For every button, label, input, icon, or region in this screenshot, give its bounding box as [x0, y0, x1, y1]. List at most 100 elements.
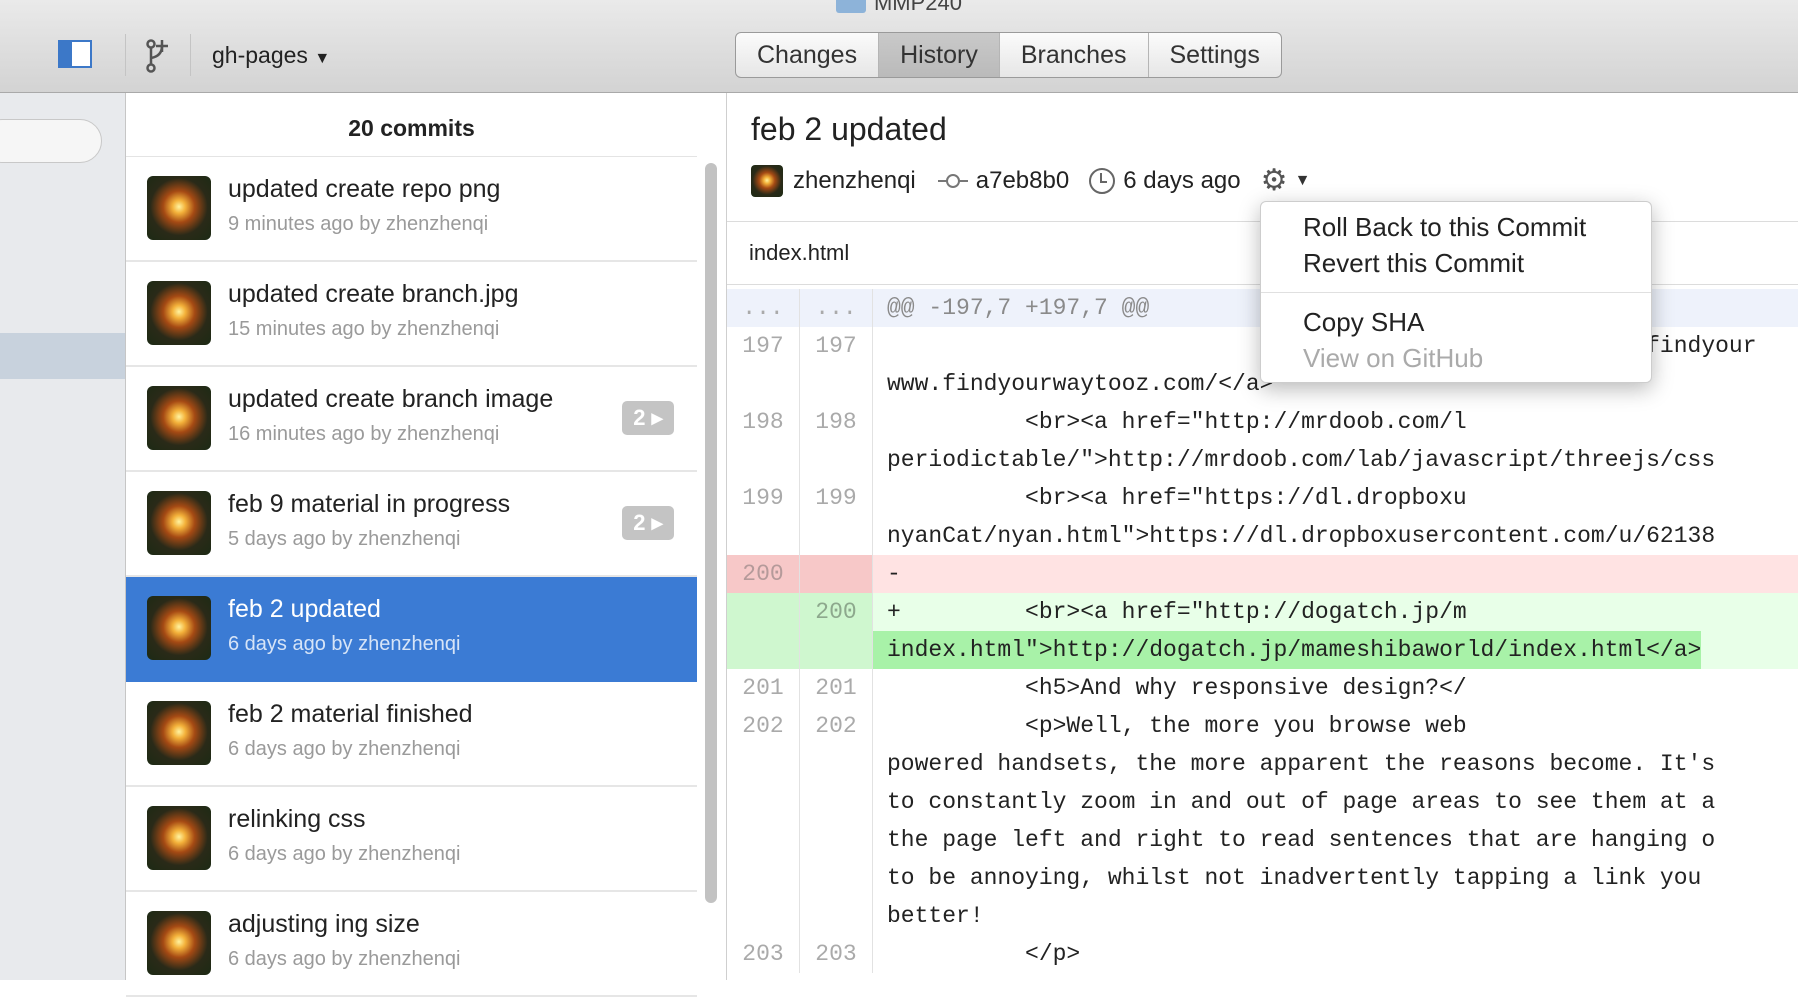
diff-line-deleted: 200 -: [727, 555, 1798, 593]
diff-line: the page left and right to read sentence…: [727, 821, 1798, 859]
avatar: [147, 806, 211, 870]
tab-branches[interactable]: Branches: [1000, 33, 1149, 77]
diff-code: <h5>And why responsive design?</: [887, 675, 1467, 701]
new-line-number: [800, 631, 873, 669]
commit-message: relinking css: [228, 805, 366, 833]
new-line-number: [800, 745, 873, 783]
new-line-number: [800, 365, 873, 403]
diff-code: index.html">http://dogatch.jp/mameshibaw…: [873, 631, 1702, 669]
gear-icon[interactable]: ⚙: [1261, 166, 1289, 196]
commit-message: feb 9 material in progress: [228, 490, 511, 518]
new-line-number: [800, 897, 873, 935]
commit-list-pane: 20 commits updated create repo png 9 min…: [126, 93, 727, 997]
new-line-number: 198: [800, 403, 873, 441]
old-line-number: 197: [727, 327, 800, 365]
diff-line: 203 203 </p>: [727, 935, 1798, 973]
tab-changes[interactable]: Changes: [736, 33, 880, 77]
menu-item-roll-back[interactable]: Roll Back to this Commit: [1303, 212, 1586, 243]
old-line-number: 200: [727, 555, 800, 593]
new-line-number: [800, 859, 873, 897]
repository-sidebar: [0, 93, 126, 980]
old-line-number: [727, 365, 800, 403]
diff-code: to constantly zoom in and out of page ar…: [887, 789, 1716, 815]
old-line-number: [727, 745, 800, 783]
commit-message: updated create branch.jpg: [228, 280, 519, 308]
clock-icon: [1089, 168, 1116, 194]
file-count-badge[interactable]: 2 ▸: [622, 401, 674, 435]
commit-row[interactable]: updated create branch.jpg 15 minutes ago…: [126, 262, 697, 367]
old-line-number: [727, 859, 800, 897]
sidebar-toggle-icon: [60, 42, 72, 66]
old-line-number: [727, 593, 800, 631]
diff-code: www.findyourwaytooz.com/</a>: [887, 371, 1274, 397]
old-line-number: [727, 517, 800, 555]
commit-meta: 6 days ago by zhenzhenqi: [228, 843, 461, 865]
diff-code: + <br><a href="http://dogatch.jp/m: [887, 599, 1467, 625]
commit-row[interactable]: feb 2 material finished 6 days ago by zh…: [126, 682, 697, 787]
diff-line: to constantly zoom in and out of page ar…: [727, 783, 1798, 821]
window-title: MMP240: [0, 0, 1798, 16]
diff-line-added: index.html">http://dogatch.jp/mameshibaw…: [727, 631, 1798, 669]
commit-row[interactable]: updated create repo png 9 minutes ago by…: [126, 157, 697, 262]
diff-line: 198 198 <br><a href="http://mrdoob.com/l: [727, 403, 1798, 441]
commit-row[interactable]: adjusting ing size 6 days ago by zhenzhe…: [126, 892, 697, 997]
diff-code: to be annoying, whilst not inadvertently…: [887, 865, 1702, 891]
old-line-number: [727, 441, 800, 479]
diff-code: powered handsets, the more apparent the …: [887, 751, 1716, 777]
commit-row[interactable]: feb 9 material in progress 5 days ago by…: [126, 472, 697, 577]
new-line-number: [800, 517, 873, 555]
commit-icon: [937, 174, 968, 188]
sidebar-toggle-button[interactable]: [58, 40, 92, 68]
commit-message: adjusting ing size: [228, 910, 420, 938]
menu-item-revert[interactable]: Revert this Commit: [1303, 248, 1524, 279]
file-count-badge[interactable]: 2 ▸: [622, 506, 674, 540]
commit-message: feb 2 material finished: [228, 700, 473, 728]
commit-row[interactable]: updated create branch image 16 minutes a…: [126, 367, 697, 472]
chevron-down-icon[interactable]: ▼: [1295, 172, 1311, 190]
old-line-number: 203: [727, 935, 800, 973]
new-line-number: 197: [800, 327, 873, 365]
repository-item-selected[interactable]: [0, 333, 125, 379]
file-name[interactable]: index.html: [749, 240, 849, 266]
commit-author[interactable]: zhenzhenqi: [793, 167, 916, 195]
commit-row-selected[interactable]: feb 2 updated 6 days ago by zhenzhenqi: [126, 577, 697, 682]
branch-selector[interactable]: gh-pages ▼: [212, 42, 330, 69]
repository-search-input[interactable]: [0, 119, 102, 163]
commit-meta: 6 days ago by zhenzhenqi: [228, 738, 461, 760]
diff-line: periodictable/">http://mrdoob.com/lab/ja…: [727, 441, 1798, 479]
commit-time: 6 days ago: [1123, 167, 1241, 194]
menu-item-view-on-github: View on GitHub: [1303, 343, 1484, 373]
toolbar-separator: [125, 34, 126, 76]
new-line-number: 200: [800, 593, 873, 631]
toolbar-separator: [190, 34, 191, 76]
commit-sha[interactable]: a7eb8b0: [976, 167, 1069, 195]
old-line-number: [727, 631, 800, 669]
commit-row[interactable]: relinking css 6 days ago by zhenzhenqi: [126, 787, 697, 892]
diff-line: 199 199 <br><a href="https://dl.dropboxu: [727, 479, 1798, 517]
menu-item-copy-sha[interactable]: Copy SHA: [1303, 307, 1424, 338]
tab-history[interactable]: History: [879, 33, 1000, 77]
new-line-number: [800, 783, 873, 821]
avatar: [147, 281, 211, 345]
diff-line: powered handsets, the more apparent the …: [727, 745, 1798, 783]
commit-meta: 6 days ago by zhenzhenqi: [228, 633, 461, 655]
commit-title: feb 2 updated: [751, 111, 947, 147]
new-line-number: [800, 441, 873, 479]
commit-message: updated create repo png: [228, 175, 501, 203]
diff-code: <br><a href="http://mrdoob.com/l: [887, 409, 1467, 435]
tab-settings[interactable]: Settings: [1149, 33, 1281, 77]
branch-icon[interactable]: [142, 38, 172, 74]
new-line-number: 199: [800, 479, 873, 517]
new-line-number: [800, 555, 873, 593]
diff-view: ... ... @@ -197,7 +197,7 @@ 197 197 ww.f…: [727, 289, 1798, 973]
diff-code: <p>Well, the more you browse web: [887, 713, 1467, 739]
toolbar: MMP240 gh-pages ▼ Changes History Branch…: [0, 0, 1798, 93]
diff-code: the page left and right to read sentence…: [887, 827, 1716, 853]
commit-list: updated create repo png 9 minutes ago by…: [126, 157, 697, 997]
old-line-number: [727, 821, 800, 859]
commit-list-scrollbar[interactable]: [705, 163, 717, 903]
commit-message: feb 2 updated: [228, 595, 381, 623]
commit-count: 20 commits: [126, 93, 697, 157]
avatar: [147, 491, 211, 555]
new-line-number: 201: [800, 669, 873, 707]
